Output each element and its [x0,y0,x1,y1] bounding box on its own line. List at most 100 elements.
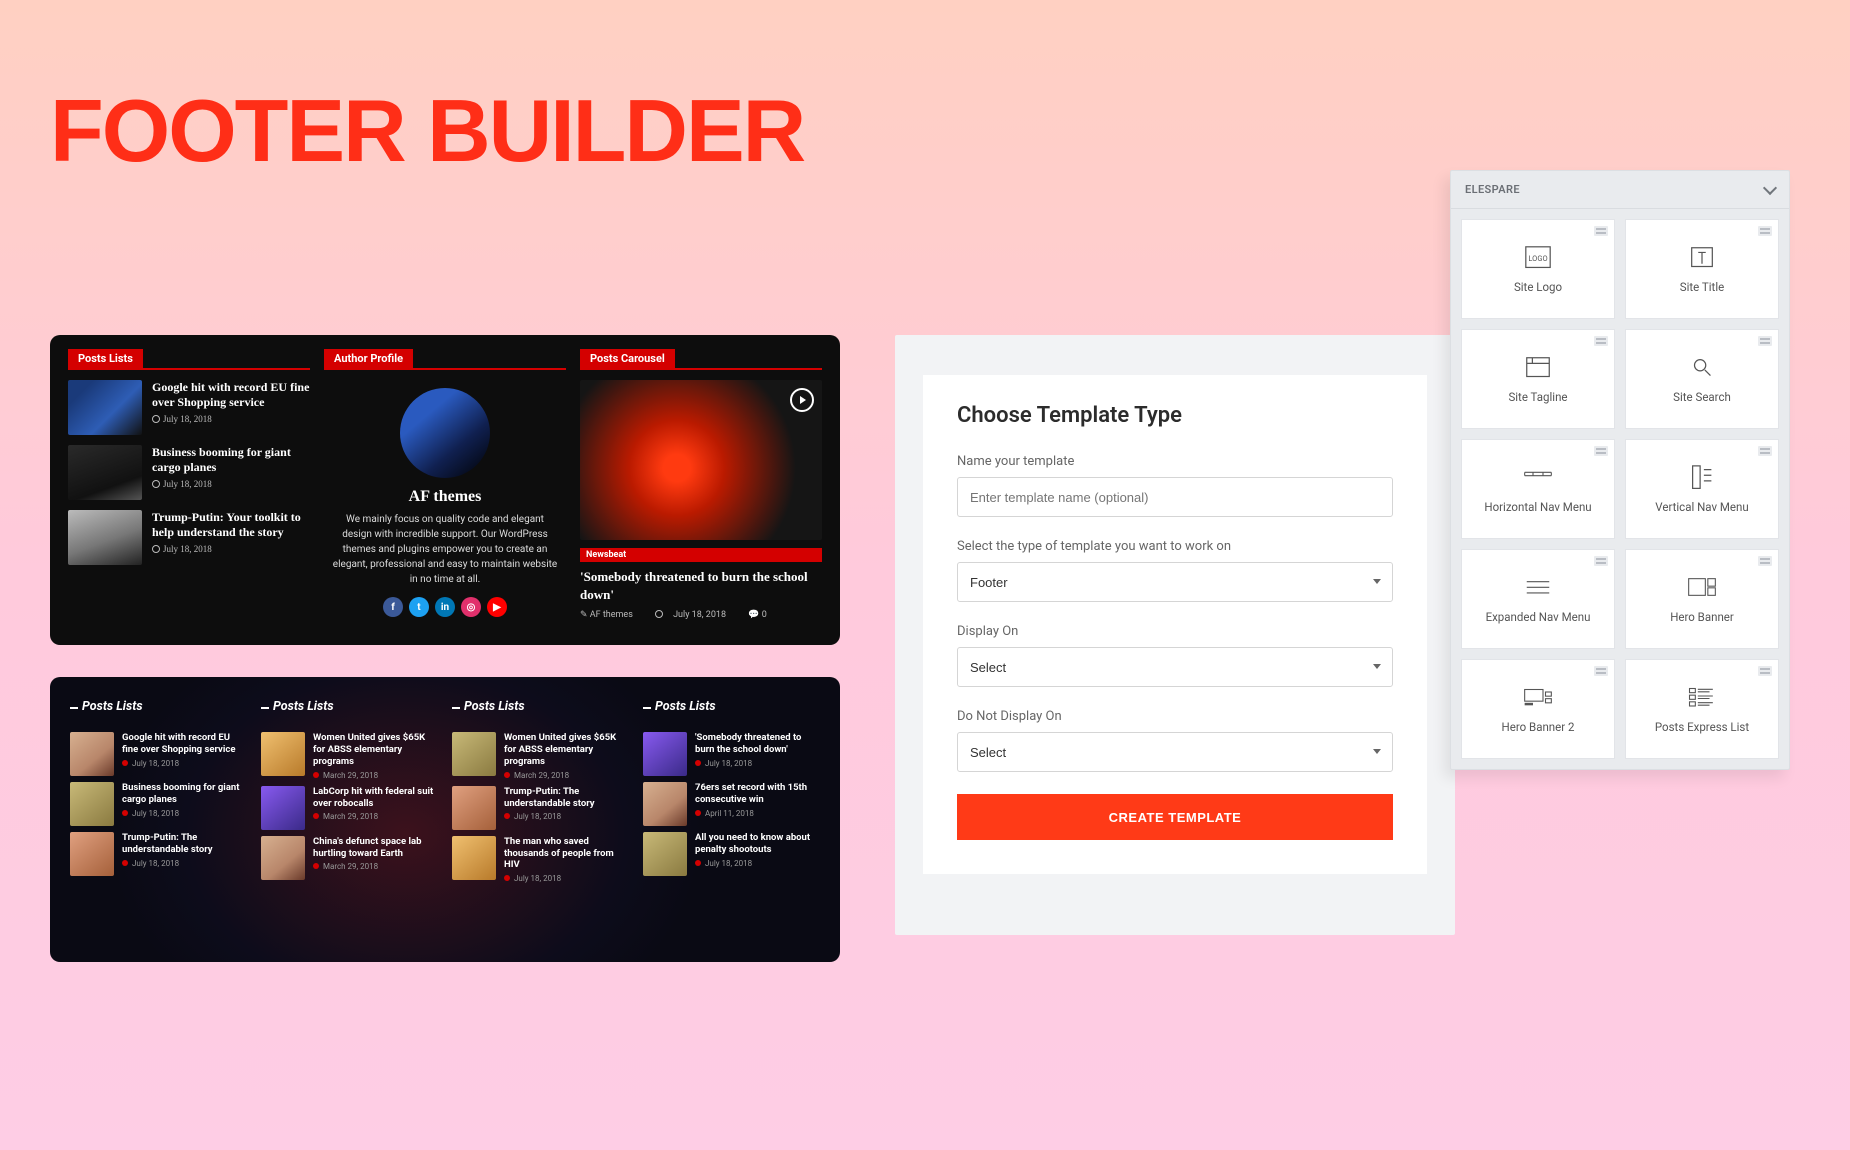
instagram-icon[interactable]: ◎ [461,597,481,617]
post-thumb [643,732,687,776]
facebook-icon[interactable]: f [383,597,403,617]
widget-icon [1687,244,1717,270]
widget-label: Posts Express List [1655,720,1749,734]
post-thumb [70,832,114,876]
widget-label: Site Logo [1514,280,1562,294]
widget-label: Hero Banner 2 [1502,720,1575,734]
widget-icon [1687,354,1717,380]
widget-vertical-nav-menu[interactable]: Vertical Nav Menu [1625,439,1779,539]
widget-site-search[interactable]: Site Search [1625,329,1779,429]
widget-icon [1523,464,1553,490]
widget-icon [1523,354,1553,380]
author-name: AF themes [409,488,482,506]
play-icon[interactable] [790,388,814,412]
widget-label: Expanded Nav Menu [1486,610,1591,624]
carousel-title: 'Somebody threatened to burn the school … [580,568,822,603]
svg-text:LOGO: LOGO [1528,254,1547,263]
list-item: Trump-Putin: The understandable story Jul… [452,786,629,830]
post-title: Business booming for giant cargo planes [152,445,310,475]
social-row: f t in ◎ ▶ [383,597,507,617]
section-underline [580,368,822,370]
preview-a-col-carousel: Posts Carousel Newsbeat 'Somebody threat… [580,349,822,627]
list-item: The man who saved thousands of people fr… [452,836,629,884]
post-meta: March 29, 2018 [313,771,438,780]
post-meta: July 18, 2018 [504,812,629,821]
widget-posts-express-list[interactable]: Posts Express List [1625,659,1779,759]
youtube-icon[interactable]: ▶ [487,597,507,617]
post-title: 'Somebody threatened to burn the school … [695,732,820,756]
post-title: Google hit with record EU fine over Shop… [152,380,310,410]
post-title: All you need to know about penalty shoot… [695,832,820,856]
post-title: Women United gives $65K for ABSS element… [313,732,438,768]
widget-site-title[interactable]: Site Title [1625,219,1779,319]
list-item: Women United gives $65K for ABSS element… [261,732,438,780]
post-title: China's defunct space lab hurtling towar… [313,836,438,860]
widget-handle-icon [1758,336,1772,346]
template-form-backdrop: Choose Template Type Name your template … [895,335,1455,935]
post-thumb [643,782,687,826]
post-thumb [261,786,305,830]
post-meta: July 18, 2018 [695,859,820,868]
post-thumb [68,445,142,500]
exclude-on-select[interactable] [957,732,1393,772]
widget-handle-icon [1594,446,1608,456]
widget-label: Hero Banner [1670,610,1734,624]
carousel-image [580,380,822,540]
preview-b-column: Posts ListsGoogle hit with record EU fin… [70,699,247,946]
post-meta: July 18, 2018 [152,414,310,424]
post-title: Trump-Putin: The understandable story [504,786,629,810]
posts-lists-heading: Posts Lists [643,699,820,714]
author-desc: We mainly focus on quality code and eleg… [324,512,566,587]
post-meta: March 29, 2018 [313,862,438,871]
widget-site-tagline[interactable]: Site Tagline [1461,329,1615,429]
widget-handle-icon [1758,226,1772,236]
create-template-button[interactable]: CREATE TEMPLATE [957,794,1393,840]
preview-stack: Posts Lists Google hit with record EU fi… [50,335,840,994]
post-meta: March 29, 2018 [313,812,438,821]
widget-site-logo[interactable]: LOGO Site Logo [1461,219,1615,319]
preview-footer-a: Posts Lists Google hit with record EU fi… [50,335,840,645]
preview-b-column: Posts ListsWomen United gives $65K for A… [452,699,629,946]
widget-icon [1523,574,1553,600]
twitter-icon[interactable]: t [409,597,429,617]
post-thumb [68,510,142,565]
posts-lists-heading: Posts Lists [70,699,247,714]
list-item: China's defunct space lab hurtling towar… [261,836,438,880]
preview-b-column: Posts Lists 'Somebody threatened to burn … [643,699,820,946]
post-row: Trump-Putin: Your toolkit to help unders… [68,510,310,565]
type-label: Select the type of template you want to … [957,539,1393,554]
posts-lists-heading: Posts Lists [452,699,629,714]
widget-expanded-nav-menu[interactable]: Expanded Nav Menu [1461,549,1615,649]
widget-panel-header[interactable]: ELESPARE [1451,171,1789,209]
display-label: Display On [957,624,1393,639]
post-title: The man who saved thousands of people fr… [504,836,629,872]
preview-a-col-posts: Posts Lists Google hit with record EU fi… [68,349,310,627]
widget-hero-banner[interactable]: Hero Banner [1625,549,1779,649]
post-thumb [452,786,496,830]
post-meta: July 18, 2018 [122,859,247,868]
post-title: 76ers set record with 15th consecutive w… [695,782,820,806]
template-form-card: Choose Template Type Name your template … [923,375,1427,874]
list-item: Business booming for giant cargo planes J… [70,782,247,826]
widget-handle-icon [1594,336,1608,346]
template-type-select[interactable] [957,562,1393,602]
list-item: 'Somebody threatened to burn the school … [643,732,820,776]
linkedin-icon[interactable]: in [435,597,455,617]
post-meta: July 18, 2018 [122,809,247,818]
post-meta: March 29, 2018 [504,771,629,780]
display-on-select[interactable] [957,647,1393,687]
posts-lists-heading: Posts Lists [261,699,438,714]
post-title: Business booming for giant cargo planes [122,782,247,806]
post-row: Business booming for giant cargo planes … [68,445,310,500]
widget-icon [1687,574,1717,600]
post-thumb [70,782,114,826]
widget-horizontal-nav-menu[interactable]: Horizontal Nav Menu [1461,439,1615,539]
post-row: Google hit with record EU fine over Shop… [68,380,310,435]
exclude-label: Do Not Display On [957,709,1393,724]
widget-label: Site Title [1680,280,1724,294]
template-name-input[interactable] [957,477,1393,517]
preview-a-col-author: Author Profile AF themes We mainly focus… [324,349,566,627]
widget-hero-banner-2[interactable]: Hero Banner 2 [1461,659,1615,759]
section-tab-posts-lists: Posts Lists [68,349,143,368]
post-title: LabCorp hit with federal suit over roboc… [313,786,438,810]
